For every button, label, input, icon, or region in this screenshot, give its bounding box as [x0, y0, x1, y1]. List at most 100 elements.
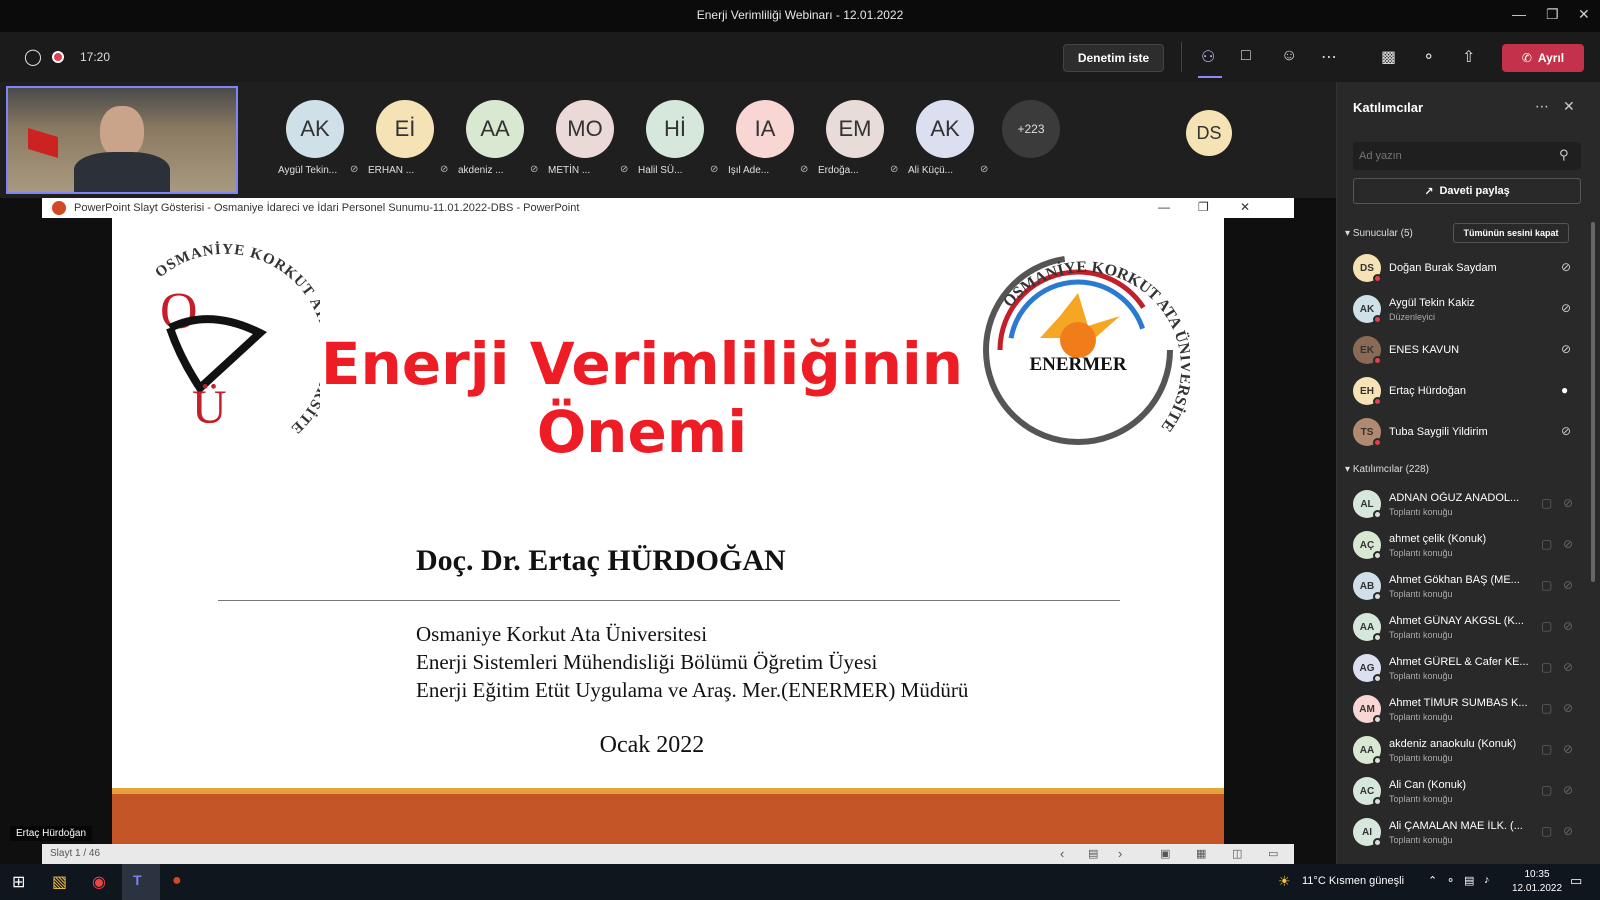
- ppt-restore-icon[interactable]: ❐: [1198, 200, 1209, 214]
- presence-dot: [1373, 551, 1382, 560]
- attendee-row[interactable]: AC Ali Can (Konuk) Toplantı konuğu ▢ ⊘: [1337, 771, 1591, 811]
- people-icon[interactable]: ⚇: [1201, 47, 1215, 67]
- camera-off-icon[interactable]: ▩: [1381, 47, 1396, 67]
- presence-dot: [1373, 756, 1382, 765]
- minimize-icon[interactable]: —: [1512, 6, 1526, 22]
- mic-off-icon: ⊘: [1563, 783, 1574, 797]
- slide-sorter-icon[interactable]: ▦: [1196, 847, 1206, 860]
- camera-off-icon: ▢: [1541, 619, 1553, 633]
- search-input[interactable]: [1359, 146, 1549, 166]
- attendee-row[interactable]: AÇ ahmet çelik (Konuk) Toplantı konuğu ▢ ⊘: [1337, 525, 1591, 565]
- mic-muted-icon: ⊘: [1561, 260, 1572, 274]
- weather-text[interactable]: 11°C Kısmen güneşli: [1302, 875, 1404, 887]
- mic-muted-icon: ⊘: [800, 164, 809, 175]
- network-icon[interactable]: ▤: [1464, 874, 1474, 887]
- share-invite-button[interactable]: ↗ Daveti paylaş: [1353, 178, 1581, 204]
- attendee-row[interactable]: AL ADNAN OĞUZ ANADOL... Toplantı konuğu ▢ ⊘: [1337, 484, 1591, 524]
- shield-icon: ◯: [24, 49, 42, 66]
- attendee-row[interactable]: AA akdeniz anaokulu (Konuk) Toplantı konuğ…: [1337, 730, 1591, 770]
- enermer-logo-right: OSMANİYE KORKUT ATA ÜNİVERSİTESİ ENERMER: [980, 238, 1190, 445]
- request-control-button[interactable]: Denetim iste: [1063, 44, 1164, 72]
- participant-name: Ali Can (Konuk): [1389, 779, 1467, 791]
- presenter-row[interactable]: EH Ertaç Hürdoğan ●: [1337, 371, 1591, 411]
- chat-icon[interactable]: □: [1241, 47, 1251, 65]
- attendees-header[interactable]: ▾ Katılımcılar (228): [1345, 464, 1429, 475]
- attendee-row[interactable]: AG Ahmet GÜREL & Cafer KE... Toplantı konu…: [1337, 648, 1591, 688]
- participant-role: Toplantı konuğu: [1389, 753, 1453, 763]
- chrome-icon[interactable]: ◉: [92, 872, 106, 892]
- participant-avatar[interactable]: AA: [466, 100, 524, 158]
- overflow-participants-button[interactable]: +223: [1002, 100, 1060, 158]
- notification-icon[interactable]: ▭: [1570, 873, 1582, 889]
- participant-name: Ahmet GÜNAY AKGSL (K...: [1389, 615, 1524, 627]
- presenter-row[interactable]: EK ENES KAVUN ⊘: [1337, 330, 1591, 370]
- participant-avatar[interactable]: IA: [736, 100, 794, 158]
- participant-avatar[interactable]: EM: [826, 100, 884, 158]
- attendee-row[interactable]: AB Ahmet Gökhan BAŞ (ME... Toplantı konuğu…: [1337, 566, 1591, 606]
- presenters-header-label: Sunucular (5): [1352, 228, 1413, 239]
- mic-muted-icon: ⊘: [980, 164, 989, 175]
- next-slide-icon[interactable]: ›: [1118, 846, 1122, 861]
- volume-icon[interactable]: ♪: [1484, 874, 1490, 886]
- share-screen-icon[interactable]: ⇧: [1462, 47, 1475, 67]
- mic-off-icon[interactable]: ⚬: [1422, 47, 1435, 67]
- powerpoint-titlebar: PowerPoint Slayt Gösterisi - Osmaniye İd…: [42, 198, 1294, 218]
- presence-dot: [1373, 838, 1382, 847]
- presenter-row[interactable]: AK Aygül Tekin Kakiz Düzenleyici ⊘: [1337, 289, 1591, 329]
- participant-avatar[interactable]: AK: [916, 100, 974, 158]
- active-speaker-video[interactable]: [6, 86, 238, 194]
- university-logo-left: OSMANİYE KORKUT ATA ÜNİVERSİTESİ O Ü: [140, 238, 320, 437]
- tray-chevron-icon[interactable]: ⌃: [1428, 874, 1437, 887]
- presence-dot: [1373, 356, 1382, 365]
- attendee-row[interactable]: AM Ahmet TİMUR SUMBAS K... Toplantı konuğu…: [1337, 689, 1591, 729]
- reactions-icon[interactable]: ☺: [1281, 47, 1297, 65]
- attendee-row[interactable]: AI Ali ÇAMALAN MAE İLK. (... Toplantı konu…: [1337, 812, 1591, 852]
- teams-icon: T: [133, 872, 142, 888]
- participant-avatar[interactable]: MO: [556, 100, 614, 158]
- panel-scrollbar[interactable]: [1591, 222, 1595, 582]
- mic-muted-icon: ⊘: [890, 164, 899, 175]
- participant-name: Aygül Tekin...: [278, 165, 338, 176]
- slideshow-icon[interactable]: ▭: [1268, 847, 1278, 860]
- leave-button[interactable]: ✆ Ayrıl: [1502, 44, 1584, 72]
- teams-taskbar-button[interactable]: T: [122, 864, 160, 900]
- prev-slide-icon[interactable]: ‹: [1060, 846, 1064, 861]
- mic-off-icon: ⊘: [1563, 660, 1574, 674]
- more-options-icon[interactable]: ⋯: [1321, 47, 1337, 67]
- participant-role: Toplantı konuğu: [1389, 835, 1453, 845]
- mic-on-icon: ●: [1561, 383, 1569, 397]
- reading-view-icon[interactable]: ◫: [1232, 847, 1242, 860]
- restore-icon[interactable]: ❐: [1546, 6, 1559, 23]
- presenter-row[interactable]: DS Doğan Burak Saydam ⊘: [1337, 248, 1591, 288]
- presenter-row[interactable]: TS Tuba Saygili Yildirim ⊘: [1337, 412, 1591, 452]
- windows-start-icon[interactable]: ⊞: [12, 872, 25, 892]
- camera-off-icon: ▢: [1541, 742, 1553, 756]
- clock[interactable]: 10:35 12.01.2022: [1512, 868, 1562, 896]
- mic-muted-icon: ⊘: [530, 164, 539, 175]
- file-explorer-icon[interactable]: ▧: [52, 872, 67, 892]
- window-titlebar: Enerji Verimliliği Webinarı - 12.01.2022…: [0, 0, 1600, 32]
- normal-view-icon[interactable]: ▣: [1160, 847, 1170, 860]
- participant-avatar[interactable]: Eİ: [376, 100, 434, 158]
- ppt-minimize-icon[interactable]: —: [1158, 200, 1170, 214]
- mic-off-icon: ⊘: [1563, 496, 1574, 510]
- powerpoint-taskbar-icon[interactable]: ●: [172, 872, 182, 890]
- tray-mic-icon[interactable]: ⚬: [1446, 874, 1455, 887]
- close-icon[interactable]: ✕: [1578, 6, 1590, 23]
- participant-name: Ali Küçü...: [908, 165, 954, 176]
- presence-dot: [1373, 438, 1382, 447]
- participant-avatar[interactable]: Hİ: [646, 100, 704, 158]
- search-box[interactable]: ⚲: [1353, 142, 1581, 170]
- participant-avatar[interactable]: AK: [286, 100, 344, 158]
- panel-close-icon[interactable]: ✕: [1563, 98, 1575, 115]
- clock-time: 10:35: [1524, 869, 1550, 880]
- mute-all-button[interactable]: Tümünün sesini kapat: [1453, 223, 1569, 243]
- camera-off-icon: ▢: [1541, 578, 1553, 592]
- notes-icon[interactable]: ▤: [1088, 847, 1098, 860]
- panel-more-icon[interactable]: ⋯: [1535, 98, 1549, 115]
- attendee-row[interactable]: AA Ahmet GÜNAY AKGSL (K... Toplantı konuğu…: [1337, 607, 1591, 647]
- presenters-header[interactable]: ▾ Sunucular (5): [1345, 228, 1413, 239]
- powerpoint-statusbar: Slayt 1 / 46 ‹ ▤ › ▣ ▦ ◫ ▭: [42, 844, 1294, 864]
- participant-name: Doğan Burak Saydam: [1389, 262, 1497, 274]
- ppt-close-icon[interactable]: ✕: [1240, 200, 1250, 214]
